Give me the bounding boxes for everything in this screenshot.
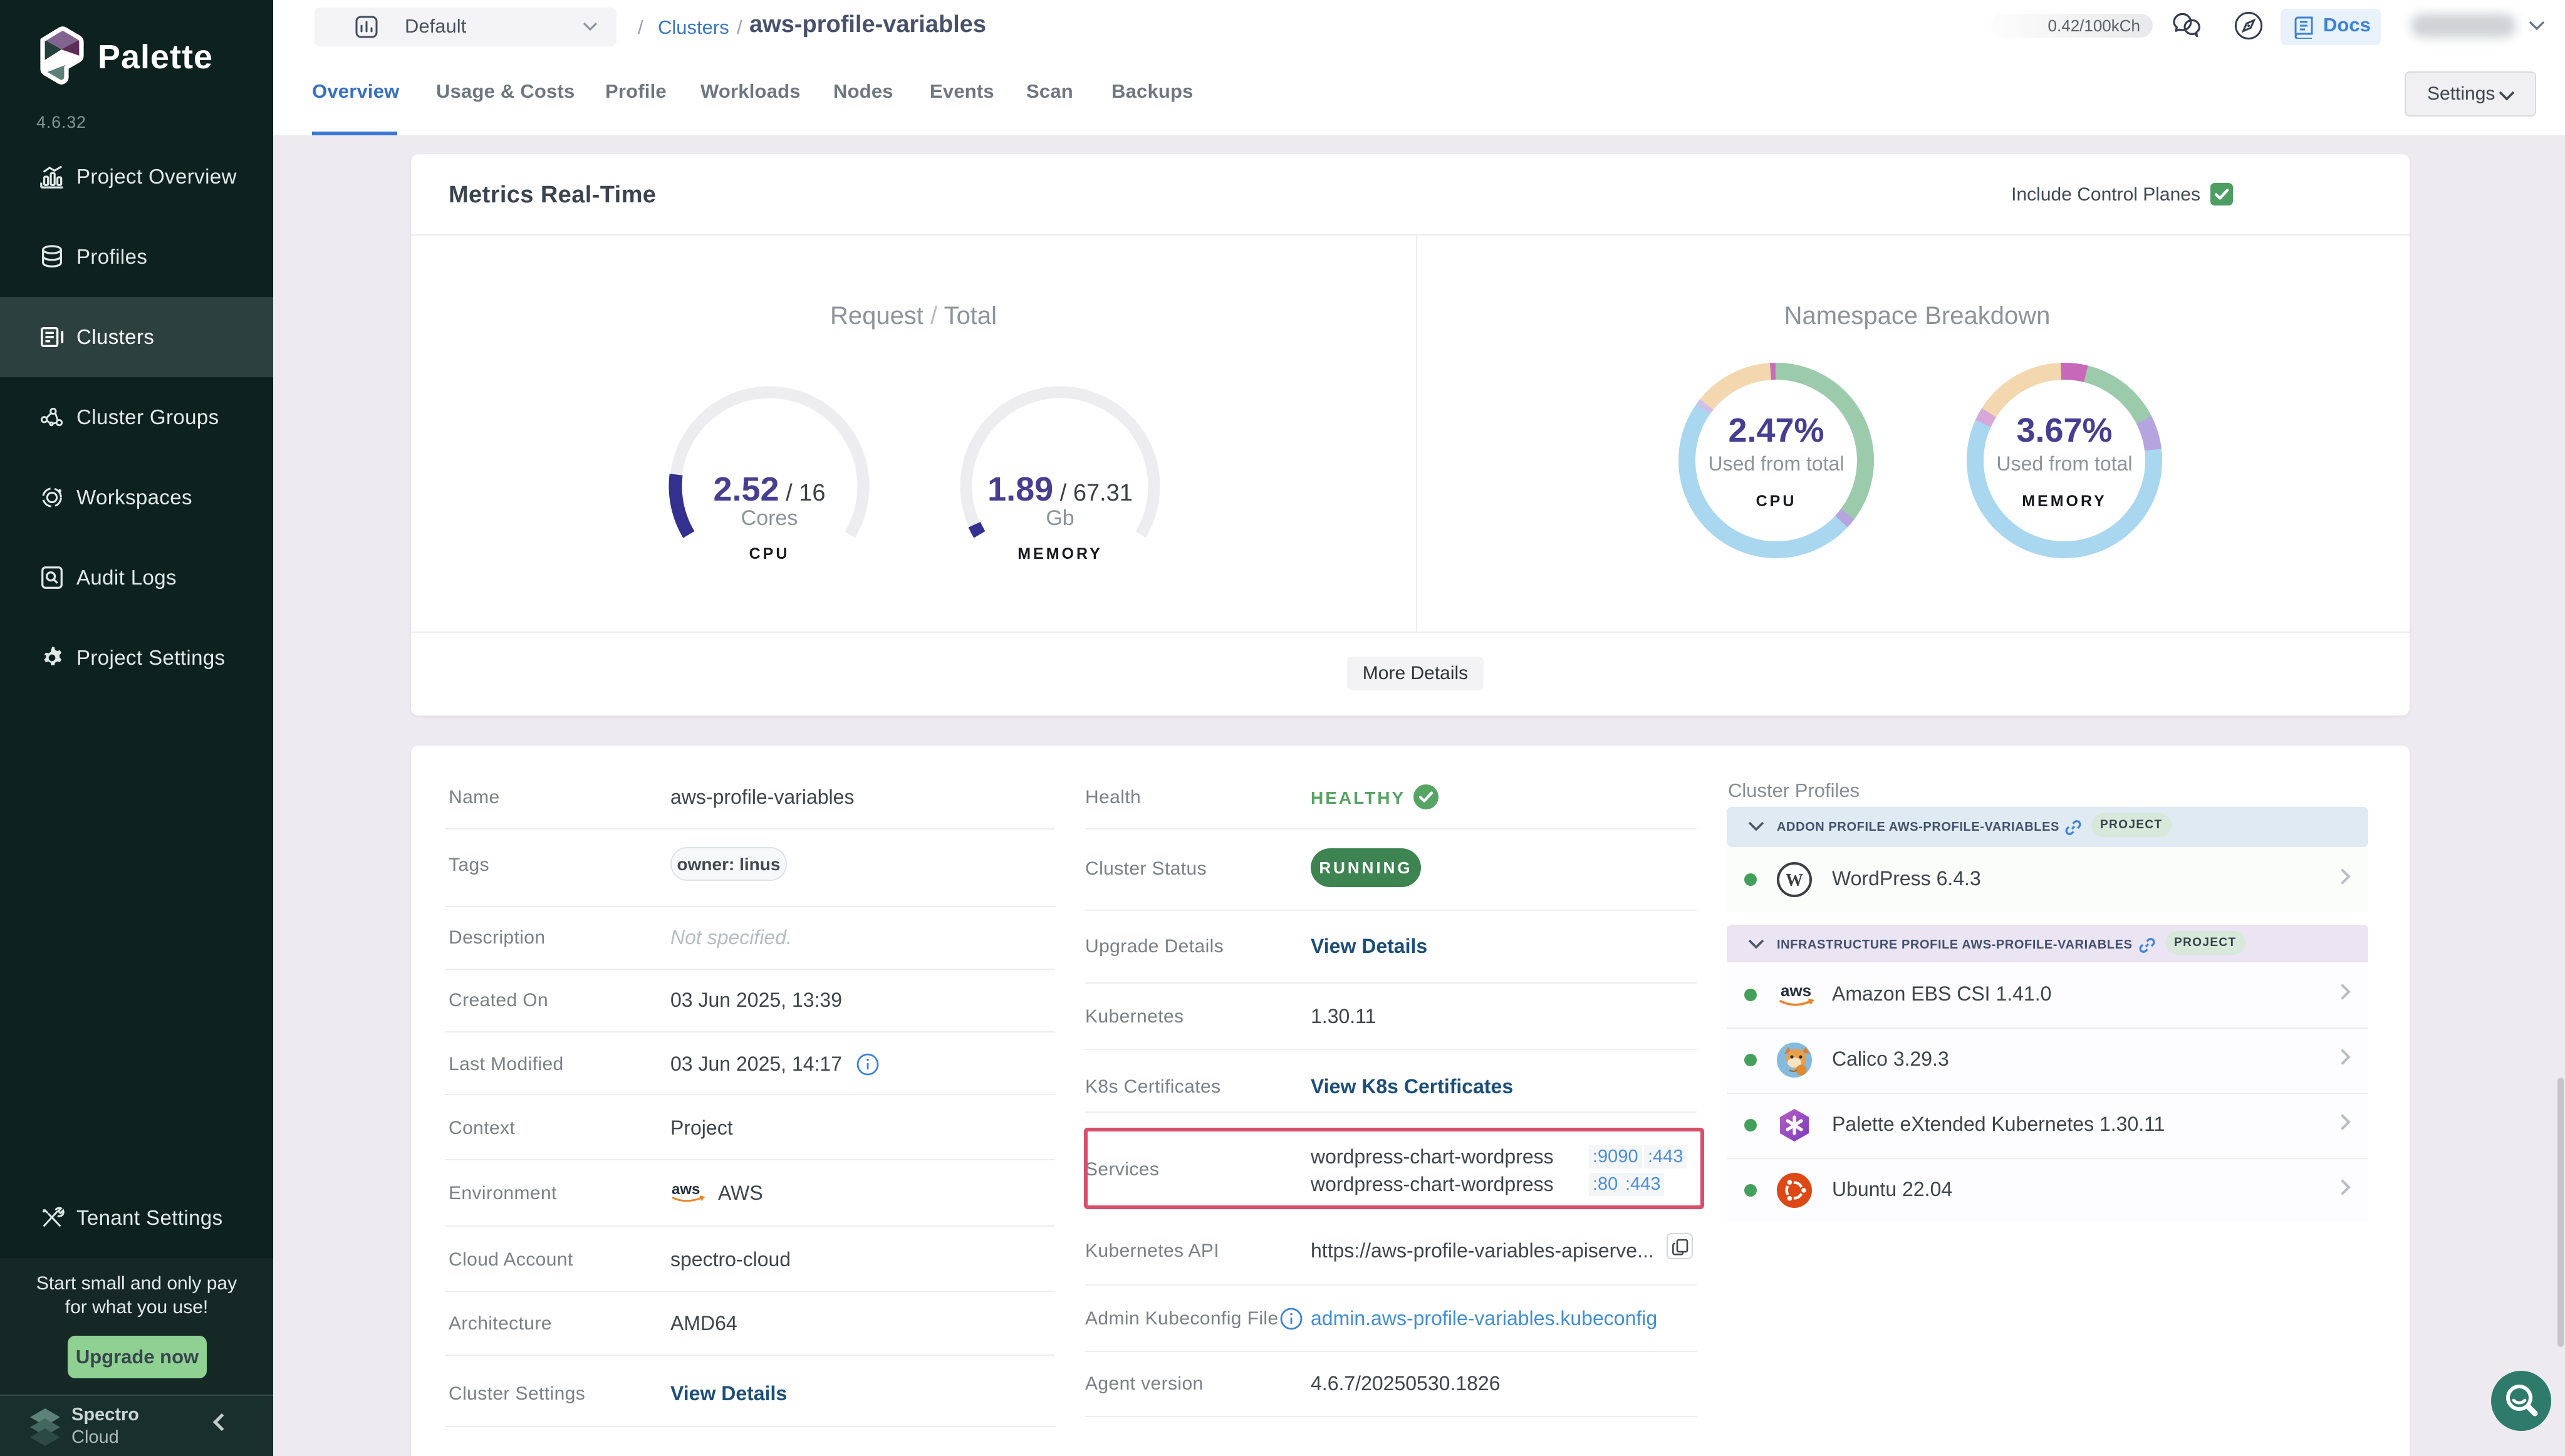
svg-text:aws: aws [672, 1181, 700, 1198]
svg-text:aws: aws [1781, 981, 1811, 1000]
svg-text:W: W [1786, 871, 1803, 890]
